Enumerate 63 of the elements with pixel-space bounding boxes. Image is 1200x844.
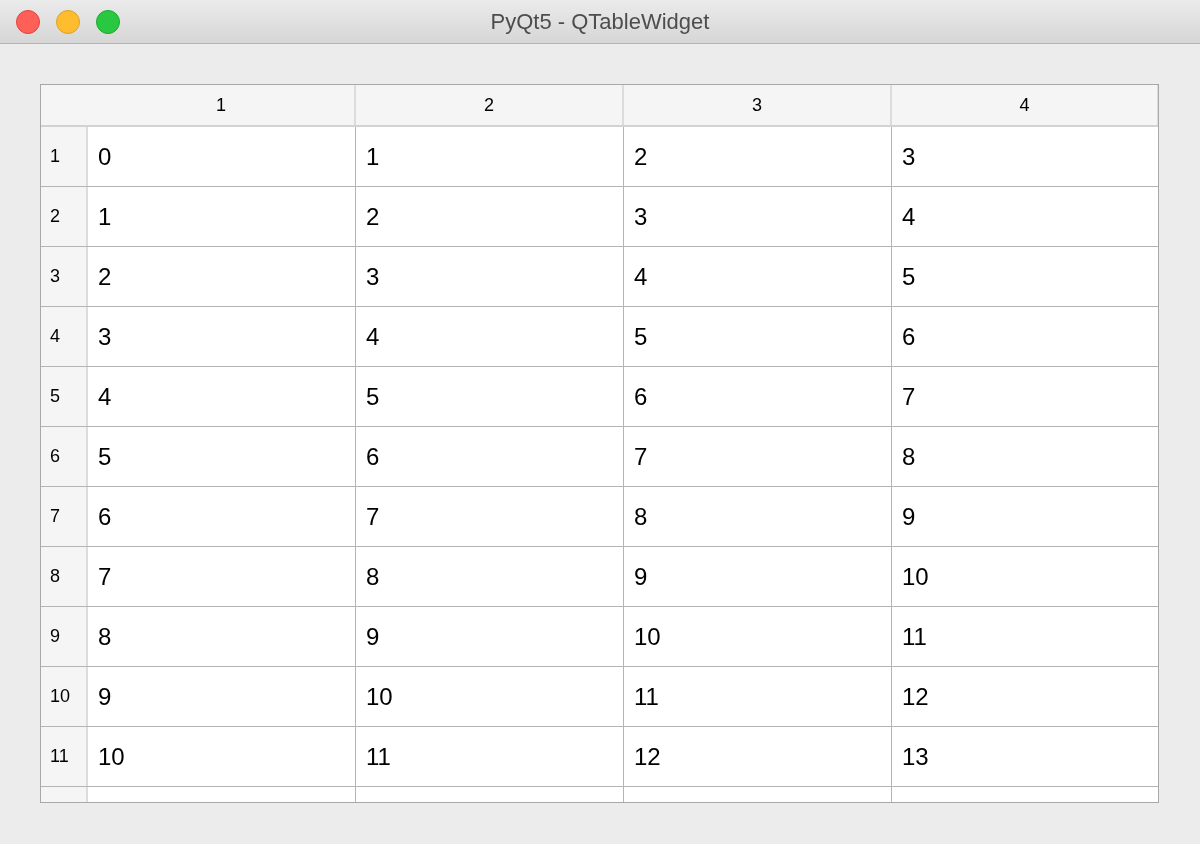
table-cell: 9 (892, 487, 1158, 546)
row-header[interactable]: 7 (41, 487, 88, 546)
row-header[interactable]: 6 (41, 427, 88, 486)
row-header[interactable]: 4 (41, 307, 88, 366)
table-cell: 5 (892, 247, 1158, 306)
maximize-button[interactable] (96, 9, 120, 34)
row-header[interactable]: 5 (41, 367, 88, 426)
close-button[interactable] (16, 9, 40, 34)
table-cell: 13 (892, 727, 1158, 786)
table-cell: 3 (88, 307, 356, 366)
table-cell: 6 (892, 307, 1158, 366)
table-cell: 7 (892, 367, 1158, 426)
table-cell: 5 (624, 307, 892, 366)
row-header[interactable]: 8 (41, 547, 88, 606)
table-cell: 11 (624, 667, 892, 726)
row-header[interactable]: 1 (41, 127, 88, 186)
table-cell: 4 (624, 247, 892, 306)
window-title: PyQt5 - QTableWidget (490, 8, 710, 36)
table-cell: 2 (88, 247, 356, 306)
column-header[interactable]: 2 (356, 85, 624, 125)
table-cell: 2 (356, 187, 624, 246)
table-cell: 4 (88, 367, 356, 426)
table-cell: 8 (356, 547, 624, 606)
table-cell: 10 (892, 547, 1158, 606)
table-cell: 6 (624, 367, 892, 426)
table-cell: 8 (88, 607, 356, 666)
table-cell: 1 (88, 187, 356, 246)
column-header[interactable]: 3 (624, 85, 892, 125)
table-cell: 6 (88, 487, 356, 546)
table-cell: 3 (356, 247, 624, 306)
row-header[interactable]: 2 (41, 187, 88, 246)
table-cell: 10 (624, 607, 892, 666)
column-header[interactable]: 1 (88, 85, 356, 125)
table-cell: 7 (624, 427, 892, 486)
table-cell: 10 (88, 727, 356, 786)
row-header[interactable]: 9 (41, 607, 88, 666)
minimize-button[interactable] (56, 9, 80, 34)
row-header[interactable]: 3 (41, 247, 88, 306)
table-cell: 12 (624, 727, 892, 786)
table-cell: 2 (624, 127, 892, 186)
table-cell: 0 (88, 127, 356, 186)
table-cell: 10 (356, 667, 624, 726)
table-cell: 5 (356, 367, 624, 426)
table-cell: 1 (356, 127, 624, 186)
table-cell: 7 (88, 547, 356, 606)
table-cell: 3 (892, 127, 1158, 186)
table-cell: 5 (88, 427, 356, 486)
table-cell: 7 (356, 487, 624, 546)
table-cell: 11 (892, 607, 1158, 666)
table-cell: 4 (892, 187, 1158, 246)
row-header[interactable]: 11 (41, 727, 88, 786)
row-header[interactable]: 10 (41, 667, 88, 726)
column-header[interactable]: 4 (892, 85, 1158, 125)
table-cell: 9 (88, 667, 356, 726)
table-cell: 11 (356, 727, 624, 786)
table-cell: 9 (356, 607, 624, 666)
table-cell: 3 (624, 187, 892, 246)
table-cell: 8 (892, 427, 1158, 486)
table-cell: 12 (892, 667, 1158, 726)
table-cell: 9 (624, 547, 892, 606)
table-cell: 8 (624, 487, 892, 546)
table-cell: 4 (356, 307, 624, 366)
table-cell: 6 (356, 427, 624, 486)
